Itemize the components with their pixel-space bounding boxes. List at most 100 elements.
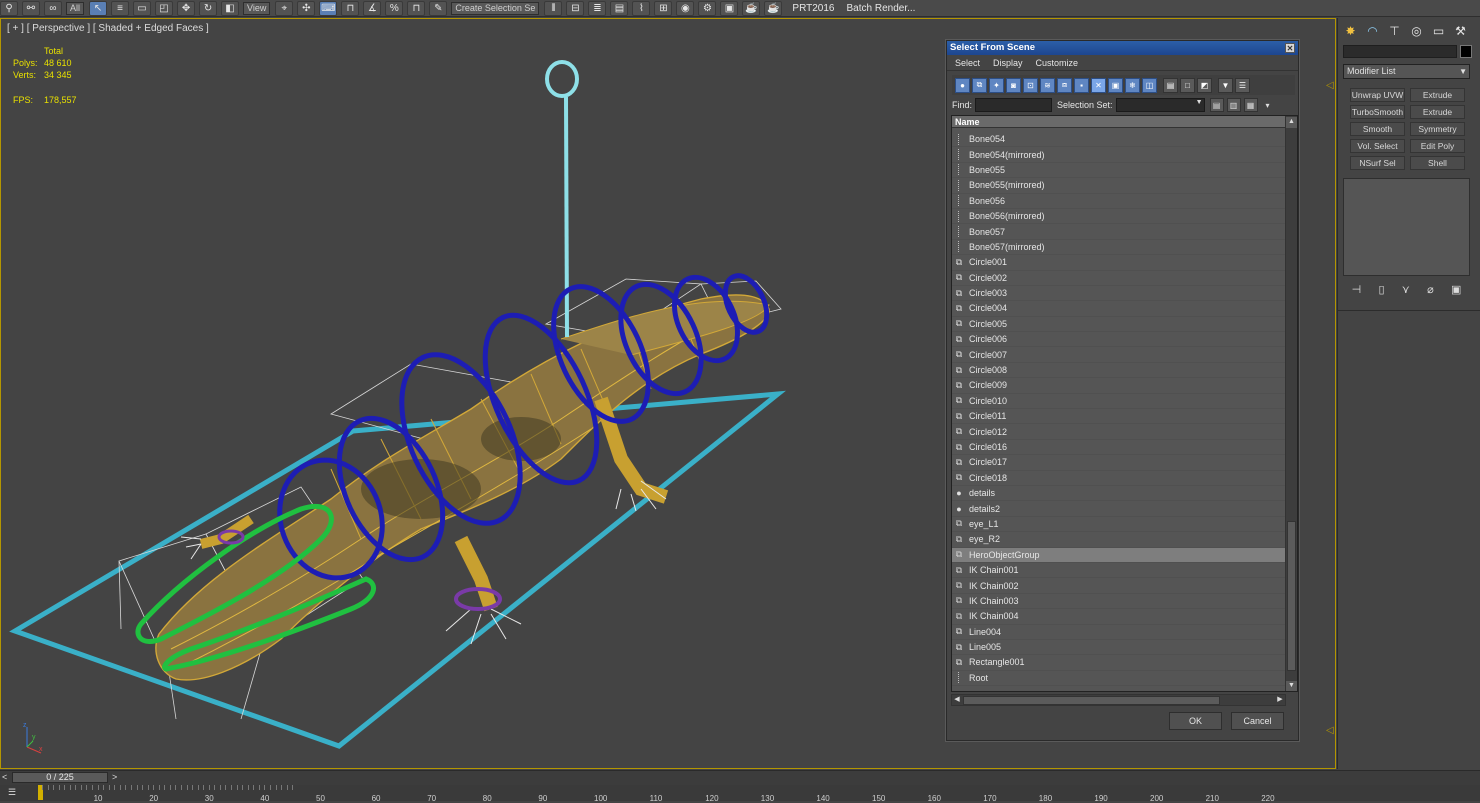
modifier-edit-poly-button[interactable]: Edit Poly [1410,139,1465,153]
schematic-view-icon[interactable]: ⊞ [654,0,673,16]
find-children-icon[interactable]: ▥ [1226,98,1241,112]
list-item[interactable]: Root [952,671,1286,687]
filter-icon[interactable]: ▼ [1218,77,1233,93]
unlink-icon[interactable]: ⚯ [22,0,40,16]
filter-options-icon[interactable]: ☰ [1235,77,1250,93]
hierarchy-tab-icon[interactable]: ⊤ [1385,22,1404,39]
named-selection-set-dropdown[interactable]: Create Selection Se [451,1,540,15]
list-item[interactable]: Circle002 [952,271,1286,286]
find-case-icon[interactable]: ▤ [1209,98,1224,112]
rectangular-selection-icon[interactable]: ▭ [133,0,152,16]
align-icon[interactable]: ⊟ [566,0,585,16]
hidden-filter-icon[interactable]: ◫ [1142,77,1157,93]
list-item[interactable]: Circle018 [952,471,1286,486]
horizontal-scrollbar[interactable]: ◀ ▶ [951,694,1286,706]
camera-filter-icon[interactable]: ◙ [1006,77,1021,93]
percent-snap-icon[interactable]: % [385,0,404,16]
list-item[interactable]: IK Chain004 [952,609,1286,625]
scroll-up-icon[interactable]: ▲ [1286,117,1297,128]
shape-filter-icon[interactable]: ⧉ [972,77,987,93]
scroll-right-icon[interactable]: ▶ [1275,695,1285,705]
list-item[interactable]: Bone055 [952,163,1286,179]
selection-set-dropdown[interactable]: ▼ [1115,98,1205,112]
select-link-icon[interactable]: ⚲ [0,0,18,16]
list-item[interactable]: eye_R2 [952,532,1286,548]
rendered-frame-window-icon[interactable]: ▣ [720,0,739,16]
configure-sets-icon[interactable]: ▣ [1451,283,1461,296]
prt-label[interactable]: PRT2016 [792,3,834,14]
layer-manager-icon[interactable]: ≣ [588,0,607,16]
mini-curve-editor-icon[interactable]: ☰ [8,787,16,798]
scroll-thumb[interactable] [1287,521,1296,671]
time-slider-left-arrow[interactable]: < [2,772,7,782]
find-dependents-icon[interactable]: ▦ [1243,98,1258,112]
list-item[interactable]: Circle005 [952,317,1286,333]
list-item[interactable]: HeroObjectGroup [952,547,1286,563]
ok-button[interactable]: OK [1169,712,1222,730]
pin-stack-icon[interactable]: ⊣ [1352,283,1362,296]
display-tab-icon[interactable]: ▭ [1429,22,1448,39]
list-item[interactable]: Circle016 [952,440,1286,456]
list-item[interactable]: Bone055(mirrored) [952,178,1286,194]
modifier-shell-button[interactable]: Shell [1410,156,1465,170]
list-item[interactable]: Bone057 [952,224,1286,240]
modifier-extrude-button-2[interactable]: Extrude [1410,105,1465,119]
list-item[interactable]: Circle010 [952,394,1286,410]
group-filter-icon[interactable]: ⧈ [1057,77,1072,93]
select-manipulate-icon[interactable]: ✣ [297,0,316,16]
geometry-filter-icon[interactable]: ● [955,77,970,93]
pivot-icon[interactable]: ⌖ [275,0,294,16]
vertical-scrollbar[interactable]: ▲ ▼ [1285,116,1297,691]
create-tab-icon[interactable]: ✸ [1341,22,1360,39]
list-item[interactable]: eye_L1 [952,517,1286,533]
edit-named-selection-icon[interactable]: ✎ [429,0,448,16]
bone-filter-icon[interactable]: ✕ [1091,77,1106,93]
modifier-nsurf-sel-button[interactable]: NSurf Sel [1350,156,1405,170]
graphite-tools-icon[interactable]: ▤ [610,0,629,16]
motion-tab-icon[interactable]: ◎ [1407,22,1426,39]
show-end-result-icon[interactable]: ▯ [1378,283,1384,296]
cancel-button[interactable]: Cancel [1231,712,1284,730]
object-color-swatch[interactable] [1460,45,1472,58]
modify-tab-icon[interactable]: ◠ [1363,22,1382,39]
bind-space-warp-icon[interactable]: ∞ [44,0,62,16]
list-item[interactable]: Circle009 [952,378,1286,394]
more-options-icon[interactable]: ▾ [1261,98,1275,112]
helper-filter-icon[interactable]: ⊡ [1023,77,1038,93]
modifier-extrude-button[interactable]: Extrude [1410,88,1465,102]
xref-filter-icon[interactable]: ▪ [1074,77,1089,93]
render-iterative-icon[interactable]: ☕ [764,0,783,16]
list-item[interactable]: Circle007 [952,347,1286,363]
list-item[interactable]: details2 [952,501,1286,517]
make-unique-icon[interactable]: ⋎ [1402,283,1410,296]
spinner-snap-icon[interactable]: ⊓ [407,0,426,16]
keyboard-shortcut-icon[interactable]: ⌨ [319,0,338,16]
move-icon[interactable]: ✥ [177,0,196,16]
select-by-name-icon[interactable]: ≡ [111,0,130,16]
angle-snap-icon[interactable]: ∡ [363,0,382,16]
list-item[interactable]: Circle011 [952,409,1286,425]
menu-customize[interactable]: Customize [1036,58,1079,68]
select-invert-icon[interactable]: ◩ [1197,77,1212,93]
list-item[interactable]: Circle003 [952,286,1286,302]
render-production-icon[interactable]: ☕ [742,0,761,16]
snaps-toggle-icon[interactable]: ⊓ [341,0,360,16]
find-input[interactable] [975,98,1053,112]
list-item[interactable]: Circle006 [952,332,1286,348]
list-item[interactable]: Circle012 [952,424,1286,440]
modifier-turbosmooth-button[interactable]: TurboSmooth [1350,105,1405,119]
object-name-field[interactable] [1343,45,1457,58]
menu-select[interactable]: Select [955,58,980,68]
list-item[interactable]: IK Chain001 [952,563,1286,579]
column-header-name[interactable]: Name [952,116,1297,128]
list-item[interactable]: Bone056 [952,194,1286,209]
close-icon[interactable]: ✕ [1285,43,1295,53]
dialog-title-bar[interactable]: Select From Scene ✕ [947,41,1298,55]
modifier-smooth-button[interactable]: Smooth [1350,122,1405,136]
hscroll-thumb[interactable] [963,696,1220,705]
list-item[interactable]: Line004 [952,625,1286,640]
list-item[interactable]: Bone057(mirrored) [952,240,1286,256]
select-none-icon[interactable]: □ [1180,77,1195,93]
curve-editor-icon[interactable]: ⌇ [632,0,651,16]
window-crossing-icon[interactable]: ◰ [155,0,174,16]
